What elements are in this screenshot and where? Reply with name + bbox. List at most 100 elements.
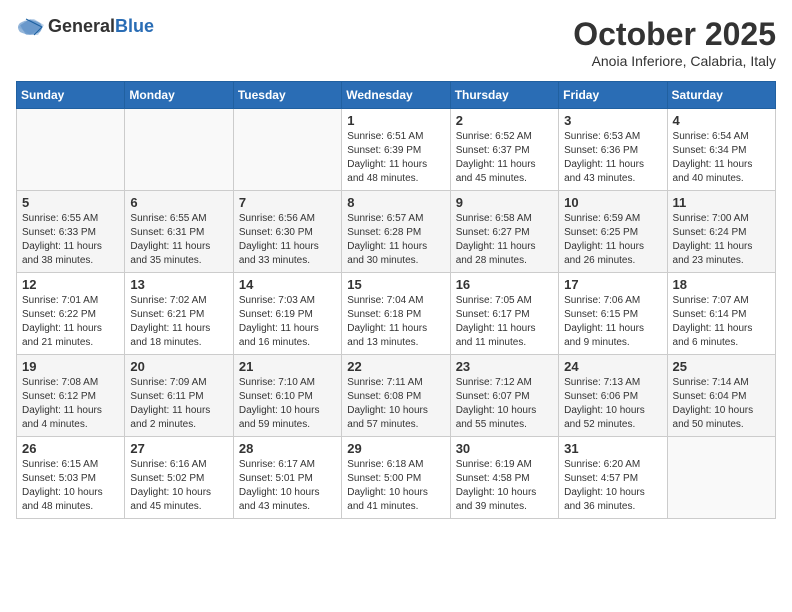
day-info: Sunrise: 6:17 AM Sunset: 5:01 PM Dayligh… [239,458,336,514]
day-info: Sunrise: 6:55 AM Sunset: 6:33 PM Dayligh… [22,212,119,268]
day-info: Sunrise: 6:16 AM Sunset: 5:02 PM Dayligh… [130,458,227,514]
day-number: 2 [456,113,553,128]
day-info: Sunrise: 7:03 AM Sunset: 6:19 PM Dayligh… [239,294,336,350]
calendar-week-3: 12 Sunrise: 7:01 AM Sunset: 6:22 PM Dayli… [17,273,776,355]
day-number: 6 [130,195,227,210]
day-info: Sunrise: 7:12 AM Sunset: 6:07 PM Dayligh… [456,376,553,432]
calendar-week-5: 26Sunrise: 6:15 AM Sunset: 5:03 PM Dayli… [17,437,776,519]
day-info: Sunrise: 7:01 AM Sunset: 6:22 PM Dayligh… [22,294,119,350]
calendar-cell: 22 Sunrise: 7:11 AM Sunset: 6:08 PM Dayli… [342,355,450,437]
day-number: 8 [347,195,444,210]
calendar-cell: 6 Sunrise: 6:55 AM Sunset: 6:31 PM Daylig… [125,191,233,273]
day-info: Sunrise: 7:14 AM Sunset: 6:04 PM Dayligh… [673,376,770,432]
weekday-header-wednesday: Wednesday [342,82,450,109]
calendar-cell: 2 Sunrise: 6:52 AM Sunset: 6:37 PM Daylig… [450,109,558,191]
calendar-cell [233,109,341,191]
calendar-cell [667,437,775,519]
calendar-cell: 26Sunrise: 6:15 AM Sunset: 5:03 PM Dayli… [17,437,125,519]
calendar-cell: 7Sunrise: 6:56 AM Sunset: 6:30 PM Daylig… [233,191,341,273]
day-number: 19 [22,359,119,374]
day-info: Sunrise: 6:15 AM Sunset: 5:03 PM Dayligh… [22,458,119,514]
day-number: 16 [456,277,553,292]
day-info: Sunrise: 6:51 AM Sunset: 6:39 PM Dayligh… [347,130,444,186]
day-info: Sunrise: 6:55 AM Sunset: 6:31 PM Dayligh… [130,212,227,268]
day-number: 4 [673,113,770,128]
day-info: Sunrise: 7:05 AM Sunset: 6:17 PM Dayligh… [456,294,553,350]
logo: GeneralBlue [16,16,154,37]
calendar-cell: 4 Sunrise: 6:54 AM Sunset: 6:34 PM Daylig… [667,109,775,191]
day-info: Sunrise: 7:04 AM Sunset: 6:18 PM Dayligh… [347,294,444,350]
calendar-cell [17,109,125,191]
day-number: 28 [239,441,336,456]
calendar-cell [125,109,233,191]
day-number: 22 [347,359,444,374]
day-info: Sunrise: 6:59 AM Sunset: 6:25 PM Dayligh… [564,212,661,268]
calendar-cell: 21 Sunrise: 7:10 AM Sunset: 6:10 PM Dayli… [233,355,341,437]
calendar-cell: 24Sunrise: 7:13 AM Sunset: 6:06 PM Dayli… [559,355,667,437]
day-number: 12 [22,277,119,292]
calendar-cell: 31 Sunrise: 6:20 AM Sunset: 4:57 PM Dayli… [559,437,667,519]
day-number: 31 [564,441,661,456]
day-number: 5 [22,195,119,210]
day-info: Sunrise: 7:02 AM Sunset: 6:21 PM Dayligh… [130,294,227,350]
page-header: GeneralBlue October 2025 Anoia Inferiore… [16,16,776,69]
calendar-cell: 16 Sunrise: 7:05 AM Sunset: 6:17 PM Dayli… [450,273,558,355]
day-number: 14 [239,277,336,292]
day-number: 9 [456,195,553,210]
calendar-cell: 5 Sunrise: 6:55 AM Sunset: 6:33 PM Daylig… [17,191,125,273]
day-info: Sunrise: 7:07 AM Sunset: 6:14 PM Dayligh… [673,294,770,350]
calendar-cell: 28 Sunrise: 6:17 AM Sunset: 5:01 PM Dayli… [233,437,341,519]
calendar-cell: 25 Sunrise: 7:14 AM Sunset: 6:04 PM Dayli… [667,355,775,437]
weekday-header-monday: Monday [125,82,233,109]
calendar-cell: 14 Sunrise: 7:03 AM Sunset: 6:19 PM Dayli… [233,273,341,355]
day-number: 10 [564,195,661,210]
calendar-cell: 8 Sunrise: 6:57 AM Sunset: 6:28 PM Daylig… [342,191,450,273]
calendar-cell: 9Sunrise: 6:58 AM Sunset: 6:27 PM Daylig… [450,191,558,273]
day-info: Sunrise: 7:06 AM Sunset: 6:15 PM Dayligh… [564,294,661,350]
weekday-header-tuesday: Tuesday [233,82,341,109]
title-block: October 2025 Anoia Inferiore, Calabria, … [573,16,776,69]
day-info: Sunrise: 6:57 AM Sunset: 6:28 PM Dayligh… [347,212,444,268]
calendar-cell: 12 Sunrise: 7:01 AM Sunset: 6:22 PM Dayli… [17,273,125,355]
day-info: Sunrise: 6:54 AM Sunset: 6:34 PM Dayligh… [673,130,770,186]
day-info: Sunrise: 6:20 AM Sunset: 4:57 PM Dayligh… [564,458,661,514]
location-title: Anoia Inferiore, Calabria, Italy [573,53,776,69]
calendar-week-1: 1 Sunrise: 6:51 AM Sunset: 6:39 PM Daylig… [17,109,776,191]
day-info: Sunrise: 6:52 AM Sunset: 6:37 PM Dayligh… [456,130,553,186]
day-info: Sunrise: 7:13 AM Sunset: 6:06 PM Dayligh… [564,376,661,432]
month-title: October 2025 [573,16,776,53]
calendar-cell: 1 Sunrise: 6:51 AM Sunset: 6:39 PM Daylig… [342,109,450,191]
calendar-cell: 30Sunrise: 6:19 AM Sunset: 4:58 PM Dayli… [450,437,558,519]
weekday-header-thursday: Thursday [450,82,558,109]
day-number: 20 [130,359,227,374]
day-number: 21 [239,359,336,374]
day-number: 18 [673,277,770,292]
calendar-cell: 19 Sunrise: 7:08 AM Sunset: 6:12 PM Dayli… [17,355,125,437]
calendar-table: SundayMondayTuesdayWednesdayThursdayFrid… [16,81,776,519]
day-number: 3 [564,113,661,128]
calendar-cell: 17Sunrise: 7:06 AM Sunset: 6:15 PM Dayli… [559,273,667,355]
calendar-cell: 3Sunrise: 6:53 AM Sunset: 6:36 PM Daylig… [559,109,667,191]
day-number: 11 [673,195,770,210]
calendar-week-2: 5 Sunrise: 6:55 AM Sunset: 6:33 PM Daylig… [17,191,776,273]
weekday-header-sunday: Sunday [17,82,125,109]
calendar-cell: 29 Sunrise: 6:18 AM Sunset: 5:00 PM Dayli… [342,437,450,519]
day-info: Sunrise: 7:11 AM Sunset: 6:08 PM Dayligh… [347,376,444,432]
day-number: 23 [456,359,553,374]
day-number: 29 [347,441,444,456]
calendar-cell: 23 Sunrise: 7:12 AM Sunset: 6:07 PM Dayli… [450,355,558,437]
day-info: Sunrise: 7:08 AM Sunset: 6:12 PM Dayligh… [22,376,119,432]
day-number: 1 [347,113,444,128]
logo-icon [16,17,44,37]
day-info: Sunrise: 7:10 AM Sunset: 6:10 PM Dayligh… [239,376,336,432]
day-info: Sunrise: 7:00 AM Sunset: 6:24 PM Dayligh… [673,212,770,268]
calendar-header-row: SundayMondayTuesdayWednesdayThursdayFrid… [17,82,776,109]
day-info: Sunrise: 6:18 AM Sunset: 5:00 PM Dayligh… [347,458,444,514]
calendar-cell: 20Sunrise: 7:09 AM Sunset: 6:11 PM Dayli… [125,355,233,437]
calendar-week-4: 19 Sunrise: 7:08 AM Sunset: 6:12 PM Dayli… [17,355,776,437]
day-number: 25 [673,359,770,374]
day-number: 15 [347,277,444,292]
calendar-cell: 11 Sunrise: 7:00 AM Sunset: 6:24 PM Dayli… [667,191,775,273]
logo-general-text: General [48,16,115,36]
day-number: 7 [239,195,336,210]
